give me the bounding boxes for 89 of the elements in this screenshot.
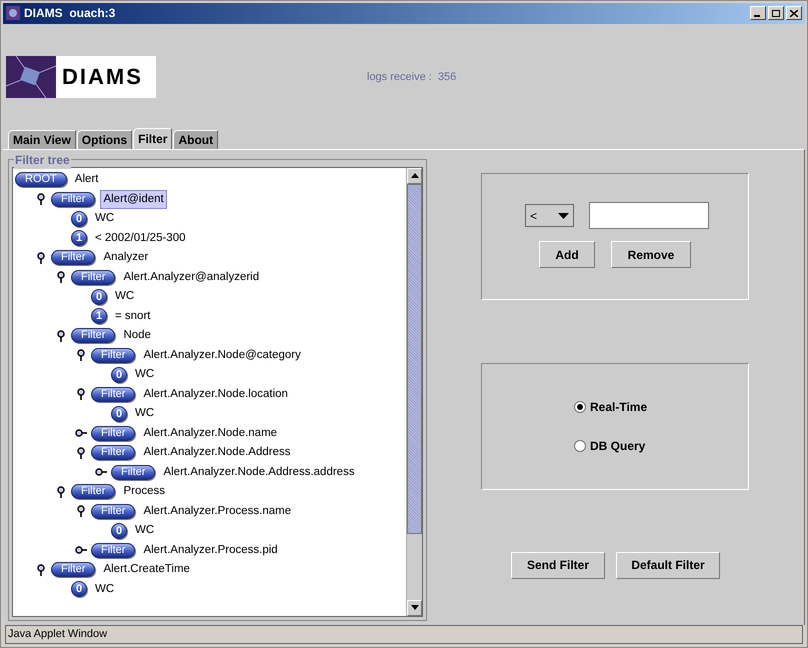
tree-node-label[interactable]: Alert.CreateTime: [100, 560, 193, 580]
caret-icon: [558, 212, 569, 219]
filter-badge: Filter: [71, 270, 116, 285]
filter-badge: Filter: [71, 484, 116, 500]
operator-dropdown[interactable]: <: [525, 204, 574, 228]
app-icon: [6, 6, 20, 20]
index-badge: 0: [91, 288, 107, 305]
radio-button[interactable]: [574, 440, 586, 452]
close-icon: [790, 10, 798, 17]
tab[interactable]: About: [173, 130, 218, 149]
minimize-button[interactable]: [750, 6, 766, 20]
tab[interactable]: Filter: [133, 128, 172, 149]
filter-badge: ROOT: [15, 172, 67, 188]
radio-button[interactable]: [574, 400, 586, 413]
tree-node-label[interactable]: = snort: [112, 306, 154, 326]
action-button[interactable]: Default Filter: [616, 552, 720, 579]
tree-node-label[interactable]: Alert.Analyzer.Process.name: [140, 502, 294, 521]
collapsed-handle-icon[interactable]: [75, 427, 87, 440]
filter-badge: Filter: [51, 192, 96, 207]
tree-node-label[interactable]: Alert.Analyzer@analyzerid: [120, 268, 262, 287]
action-button[interactable]: Send Filter: [511, 552, 605, 579]
action-button[interactable]: Remove: [611, 241, 691, 268]
radio-label: Real-Time: [590, 398, 648, 416]
logs-counter: logs receive : 356: [367, 70, 456, 85]
index-badge: 0: [111, 406, 127, 422]
down-arrow-icon: [410, 605, 418, 610]
tree-node-label[interactable]: Alert@ident: [100, 190, 167, 209]
tree-node-label[interactable]: < 2002/01/25-300: [92, 228, 188, 248]
expanded-handle-icon[interactable]: [55, 271, 67, 284]
filter-badge: Filter: [111, 464, 156, 480]
index-badge: 1: [91, 308, 107, 324]
tree-node-label[interactable]: Analyzer: [100, 248, 152, 268]
radio-label: DB Query: [590, 438, 646, 455]
tree-node-label[interactable]: Alert.Analyzer.Process.pid: [140, 540, 281, 560]
tree-node-label[interactable]: WC: [132, 365, 158, 384]
logo-graphic-icon: [6, 56, 56, 98]
filter-badge: Filter: [91, 504, 136, 519]
expanded-handle-icon[interactable]: [35, 193, 47, 206]
scroll-up-button[interactable]: [407, 168, 422, 184]
expanded-handle-icon[interactable]: [55, 486, 67, 498]
scroll-down-button[interactable]: [407, 600, 422, 616]
tree-node-label[interactable]: WC: [132, 521, 158, 540]
expanded-handle-icon[interactable]: [35, 252, 47, 264]
filter-badge: Filter: [91, 445, 136, 460]
filter-badge: Filter: [91, 542, 136, 558]
index-badge: 0: [111, 522, 127, 539]
expanded-handle-icon[interactable]: [35, 564, 47, 576]
filter-badge: Filter: [91, 426, 136, 441]
index-badge: 1: [71, 230, 87, 246]
tab[interactable]: Options: [76, 130, 132, 149]
tree-node-label[interactable]: Node: [120, 326, 154, 346]
action-button[interactable]: Add: [539, 241, 595, 268]
tree-node-label[interactable]: Alert.Analyzer.Node.Address: [140, 443, 294, 462]
window-title: DIAMS ouach:3: [24, 5, 116, 22]
filter-badge: Filter: [51, 250, 96, 266]
filter-badge: Filter: [51, 562, 96, 578]
tree-node-label[interactable]: WC: [92, 580, 118, 599]
tree-node-label[interactable]: Alert.Analyzer.Node@category: [140, 346, 304, 365]
collapsed-handle-icon[interactable]: [95, 466, 107, 478]
scrollbar[interactable]: [406, 168, 422, 616]
maximize-button[interactable]: [768, 6, 784, 20]
index-badge: 0: [71, 581, 87, 598]
tree-node-label[interactable]: Alert.Analyzer.Node.Address.address: [160, 462, 358, 482]
expanded-handle-icon[interactable]: [75, 446, 87, 459]
tree-node-label[interactable]: Alert: [72, 170, 102, 190]
tab[interactable]: Main View: [8, 130, 76, 149]
tree-node-label[interactable]: Process: [120, 482, 168, 502]
tree-node-label[interactable]: WC: [112, 287, 138, 306]
tree-node-label[interactable]: Alert.Analyzer.Node.location: [140, 384, 291, 404]
value-input-field[interactable]: [589, 202, 709, 230]
scroll-thumb[interactable]: [407, 184, 422, 534]
maximize-icon: [772, 10, 780, 17]
filter-badge: Filter: [91, 386, 136, 402]
tree-node-label[interactable]: Alert.Analyzer.Node.name: [140, 424, 280, 443]
index-badge: 0: [111, 366, 127, 383]
tree-node-label[interactable]: WC: [132, 404, 158, 424]
expanded-handle-icon[interactable]: [75, 349, 87, 362]
up-arrow-icon: [410, 173, 418, 178]
close-button[interactable]: [786, 6, 802, 20]
logo-text: DIAMS: [62, 63, 143, 92]
index-badge: 0: [71, 210, 87, 227]
collapsed-handle-icon[interactable]: [75, 544, 87, 556]
expanded-handle-icon[interactable]: [55, 330, 67, 342]
filter-badge: Filter: [91, 348, 136, 363]
filter-badge: Filter: [71, 328, 116, 344]
status-bar: Java Applet Window: [5, 624, 803, 644]
tree-node-label[interactable]: WC: [92, 209, 118, 228]
expanded-handle-icon[interactable]: [75, 505, 87, 518]
expanded-handle-icon[interactable]: [75, 388, 87, 400]
